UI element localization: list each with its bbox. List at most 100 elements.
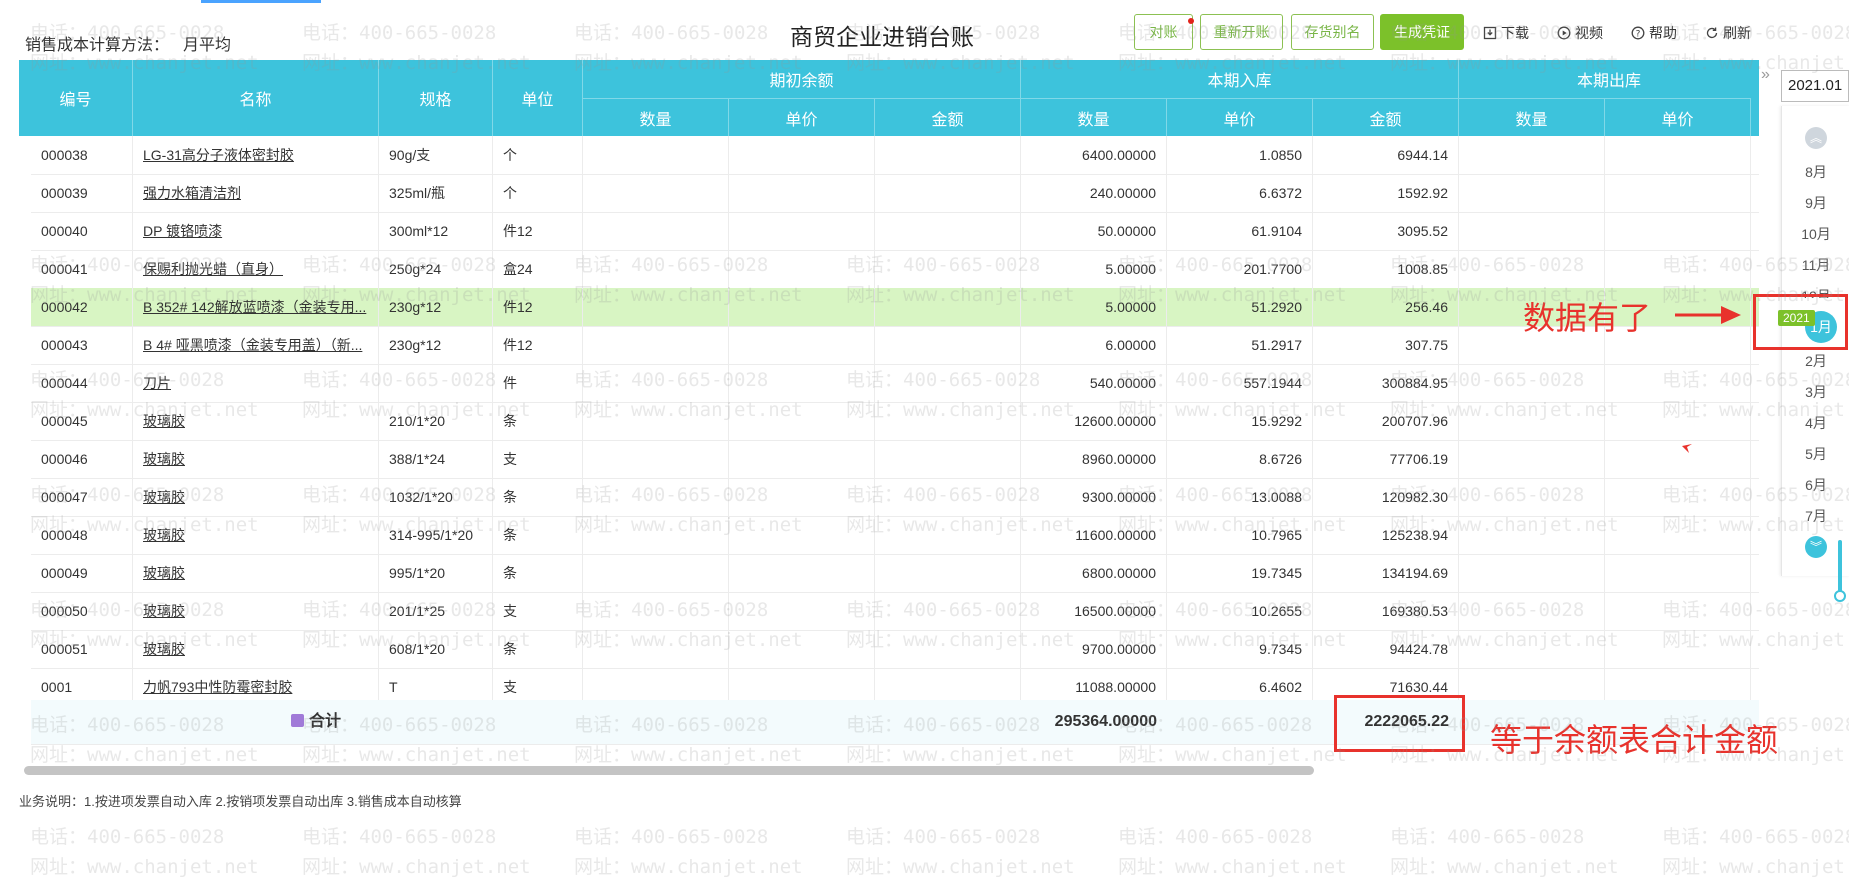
table-row[interactable]: 000051 玻璃胶 608/1*20 条 9700.00000 9.7345 94424.… — [31, 630, 1759, 669]
cell-name[interactable]: 保赐利抛光蜡（直身） — [133, 250, 379, 288]
table-row[interactable]: 000050 玻璃胶 201/1*25 支 16500.00000 10.2655 1693… — [31, 592, 1759, 631]
generate-voucher-button[interactable]: 生成凭证 — [1380, 14, 1464, 50]
item-name-link[interactable]: 玻璃胶 — [143, 603, 185, 619]
table-row[interactable]: 000040 DP 镀铬喷漆 300ml*12 件12 50.00000 61.9104 3… — [31, 212, 1759, 251]
month-scroll-thumb[interactable] — [1834, 590, 1846, 602]
cell-name[interactable]: 玻璃胶 — [133, 554, 379, 592]
col-in-amount: 金额 — [1313, 98, 1459, 136]
cell-code: 000050 — [31, 592, 133, 630]
cell-spec: 210/1*20 — [379, 402, 493, 440]
watermark-site: 网址：www.chanjet.net — [1118, 856, 1347, 878]
table-row[interactable]: 000045 玻璃胶 210/1*20 条 12600.00000 15.9292 2007… — [31, 402, 1759, 441]
col-code: 编号 — [19, 60, 133, 136]
item-name-link[interactable]: 玻璃胶 — [143, 489, 185, 505]
inventory-alias-button[interactable]: 存货别名 — [1291, 14, 1374, 50]
reopen-account-button[interactable]: 重新开账 — [1200, 14, 1283, 50]
collapse-panel-icon[interactable]: » — [1761, 66, 1770, 84]
table-row[interactable]: 000038 LG-31高分子液体密封胶 90g/支个 6400.00000 1.085… — [31, 136, 1759, 175]
item-name-link[interactable]: 刀片 — [143, 375, 171, 391]
cell-name[interactable]: 玻璃胶 — [133, 402, 379, 440]
item-name-link[interactable]: B 4# 哑黑喷漆（金装专用盖）（新... — [143, 337, 362, 353]
cell-code: 000045 — [31, 402, 133, 440]
cell-name[interactable]: B 4# 哑黑喷漆（金装专用盖）（新... — [133, 326, 379, 364]
cell-name[interactable]: LG-31高分子液体密封胶 — [133, 136, 379, 174]
col-opening-qty: 数量 — [583, 98, 729, 136]
item-name-link[interactable]: 玻璃胶 — [143, 451, 185, 467]
table-row[interactable]: 000042 B 352# 142解放蓝喷漆（金装专用... 230g*12 件12 5… — [31, 288, 1759, 327]
table-row[interactable]: 000044 刀片 件 540.00000 557.1944 300884.95 — [31, 364, 1759, 403]
cell-name[interactable]: 强力水箱清洁剂 — [133, 174, 379, 212]
total-in-qty: 295364.00000 — [1054, 713, 1157, 730]
month-item[interactable]: 3月 — [1794, 382, 1838, 402]
download-icon — [1483, 26, 1497, 40]
cell-in-price: 9.7345 — [1167, 630, 1313, 668]
period-date-field[interactable]: 2021.01 — [1781, 70, 1849, 102]
total-label: 合计 — [309, 713, 342, 730]
month-item[interactable]: 7月 — [1794, 506, 1838, 526]
item-name-link[interactable]: 玻璃胶 — [143, 641, 185, 657]
cell-name[interactable]: 玻璃胶 — [133, 630, 379, 668]
refresh-link[interactable]: 刷新 — [1705, 23, 1751, 43]
month-item[interactable]: 6月 — [1794, 475, 1838, 495]
cell-out-qty — [1459, 592, 1605, 630]
watermark-site: 网址：www.chanjet.net — [30, 856, 259, 878]
cell-name[interactable]: DP 镀铬喷漆 — [133, 212, 379, 250]
item-name-link[interactable]: 玻璃胶 — [143, 527, 185, 543]
item-name-link[interactable]: DP 镀铬喷漆 — [143, 223, 222, 239]
table-row[interactable]: 000046 玻璃胶 388/1*24 支 8960.00000 8.6726 77706.… — [31, 440, 1759, 479]
cell-in-qty: 8960.00000 — [1021, 440, 1167, 478]
watermark-site: 网址：www.chanjet.net — [1662, 856, 1849, 878]
cell-name[interactable]: 玻璃胶 — [133, 516, 379, 554]
cell-name[interactable]: 刀片 — [133, 364, 379, 402]
cell-out-qty — [1459, 516, 1605, 554]
video-link[interactable]: 视频 — [1557, 23, 1603, 43]
scroll-down-icon[interactable]: ︾ — [1805, 536, 1827, 558]
cell-unit: 条 — [493, 516, 583, 554]
cell-out-qty — [1459, 630, 1605, 668]
reconcile-button[interactable]: 对账 — [1134, 14, 1194, 50]
horizontal-scrollbar[interactable] — [24, 766, 1314, 775]
download-link[interactable]: 下载 — [1483, 23, 1529, 43]
month-item[interactable]: 2月 — [1794, 351, 1838, 371]
cell-opening-price — [729, 174, 875, 212]
month-item[interactable]: 10月 — [1794, 224, 1838, 244]
scroll-up-icon[interactable]: ︽ — [1805, 127, 1827, 149]
item-name-link[interactable]: 强力水箱清洁剂 — [143, 185, 241, 201]
cell-in-amount: 200707.96 — [1313, 402, 1459, 440]
table-row[interactable]: 000043 B 4# 哑黑喷漆（金装专用盖）（新... 230g*12 件12 6.0… — [31, 326, 1759, 365]
table-row[interactable]: 000048 玻璃胶 314-995/1*20 条 11600.00000 10.7965… — [31, 516, 1759, 555]
cell-in-price: 557.1944 — [1167, 364, 1313, 402]
month-item[interactable]: 4月 — [1794, 413, 1838, 433]
month-item[interactable]: 8月 — [1794, 162, 1838, 182]
cell-opening-qty — [583, 136, 729, 174]
table-row[interactable]: 000047 玻璃胶 1032/1*20 条 9300.00000 13.0088 1209… — [31, 478, 1759, 517]
notification-dot — [1188, 18, 1194, 24]
cell-opening-price — [729, 250, 875, 288]
cell-opening-qty — [583, 326, 729, 364]
item-name-link[interactable]: 保赐利抛光蜡（直身） — [143, 261, 283, 277]
month-item[interactable]: 9月 — [1794, 193, 1838, 213]
help-link[interactable]: ? 帮助 — [1631, 23, 1677, 43]
table-row[interactable]: 000049 玻璃胶 995/1*20 条 6800.00000 19.7345 13419… — [31, 554, 1759, 593]
table-row[interactable]: 000041 保赐利抛光蜡（直身） 250g*24 盒24 5.00000 201.770… — [31, 250, 1759, 289]
cell-in-amount: 6944.14 — [1313, 136, 1459, 174]
item-name-link[interactable]: 力帆793中性防霉密封胶 — [143, 679, 292, 695]
cell-opening-price — [729, 440, 875, 478]
watermark-site: 网址：www.chanjet.net — [1390, 856, 1619, 878]
cell-name[interactable]: 玻璃胶 — [133, 592, 379, 630]
cell-name[interactable]: B 352# 142解放蓝喷漆（金装专用... — [133, 288, 379, 326]
cell-in-qty: 240.00000 — [1021, 174, 1167, 212]
table-row[interactable]: 000039 强力水箱清洁剂 325ml/瓶个 240.00000 6.6372 1592… — [31, 174, 1759, 213]
item-name-link[interactable]: LG-31高分子液体密封胶 — [143, 147, 294, 163]
cell-in-price: 61.9104 — [1167, 212, 1313, 250]
cell-name[interactable]: 玻璃胶 — [133, 478, 379, 516]
item-name-link[interactable]: 玻璃胶 — [143, 413, 185, 429]
item-name-link[interactable]: 玻璃胶 — [143, 565, 185, 581]
cell-name[interactable]: 玻璃胶 — [133, 440, 379, 478]
cell-spec: 90g/支 — [379, 136, 493, 174]
month-item[interactable]: 11月 — [1794, 255, 1838, 275]
month-item[interactable]: 5月 — [1794, 444, 1838, 464]
cell-out-qty — [1459, 136, 1605, 174]
cell-opening-amount — [875, 136, 1021, 174]
item-name-link[interactable]: B 352# 142解放蓝喷漆（金装专用... — [143, 299, 366, 315]
